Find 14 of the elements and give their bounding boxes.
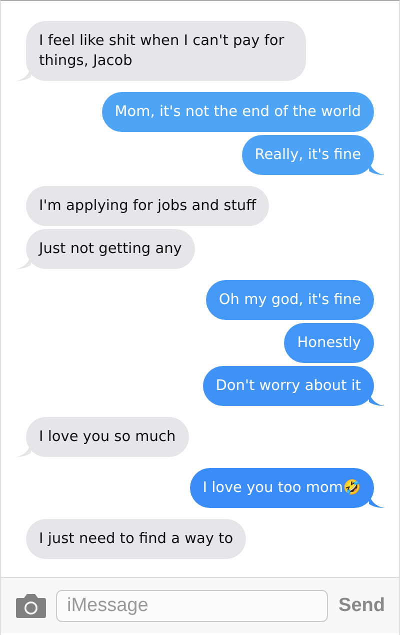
message-bubble: I just need to find a way to [26,519,246,559]
message-bubble: Really, it's fine [242,135,374,175]
message-bubble: Oh my god, it's fine [206,280,374,320]
message-bubble: I love you too mom🤣 [190,468,374,508]
message-bubble: Don't worry about it [202,366,374,406]
message-bubble: Just not getting any [26,229,195,269]
message-bubble: I love you so much [26,417,189,457]
camera-icon[interactable] [15,592,47,618]
send-button[interactable]: Send [336,590,387,620]
message-field[interactable]: iMessage [56,590,328,622]
message-bubble: I'm applying for jobs and stuff [26,186,270,226]
message-bubble: Honestly [284,323,374,363]
message-bubble: Mom, it's not the end of the world [102,92,374,132]
message-bubble: I feel like shit when I can't pay for things, Jacob [26,21,306,81]
